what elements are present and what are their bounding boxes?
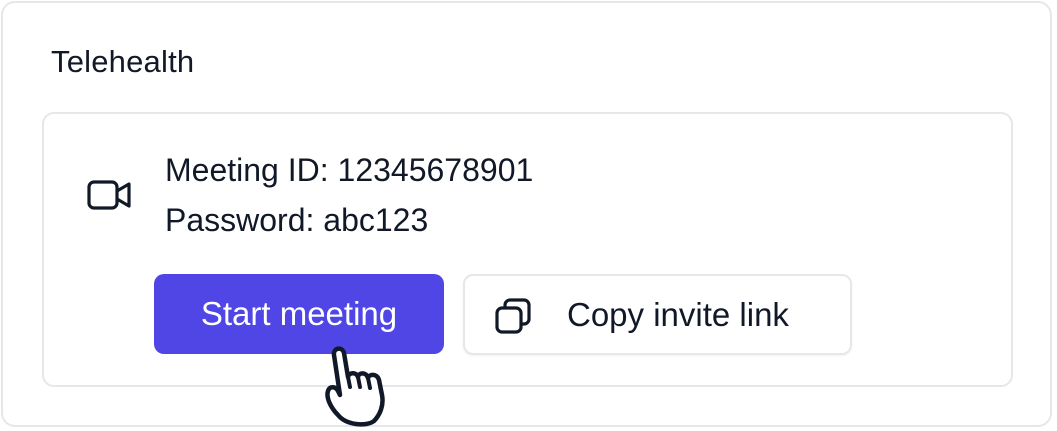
password-text: Password: abc123 [165, 202, 429, 238]
start-meeting-button[interactable]: Start meeting [154, 274, 444, 354]
meeting-id-text: Meeting ID: 12345678901 [165, 152, 534, 188]
section-title: Telehealth [51, 44, 195, 79]
hand-pointer-icon [325, 346, 385, 427]
video-camera-icon [87, 180, 131, 210]
copy-icon [495, 298, 531, 334]
copy-invite-link-button[interactable]: Copy invite link [463, 274, 852, 355]
copy-invite-link-label: Copy invite link [567, 296, 789, 333]
